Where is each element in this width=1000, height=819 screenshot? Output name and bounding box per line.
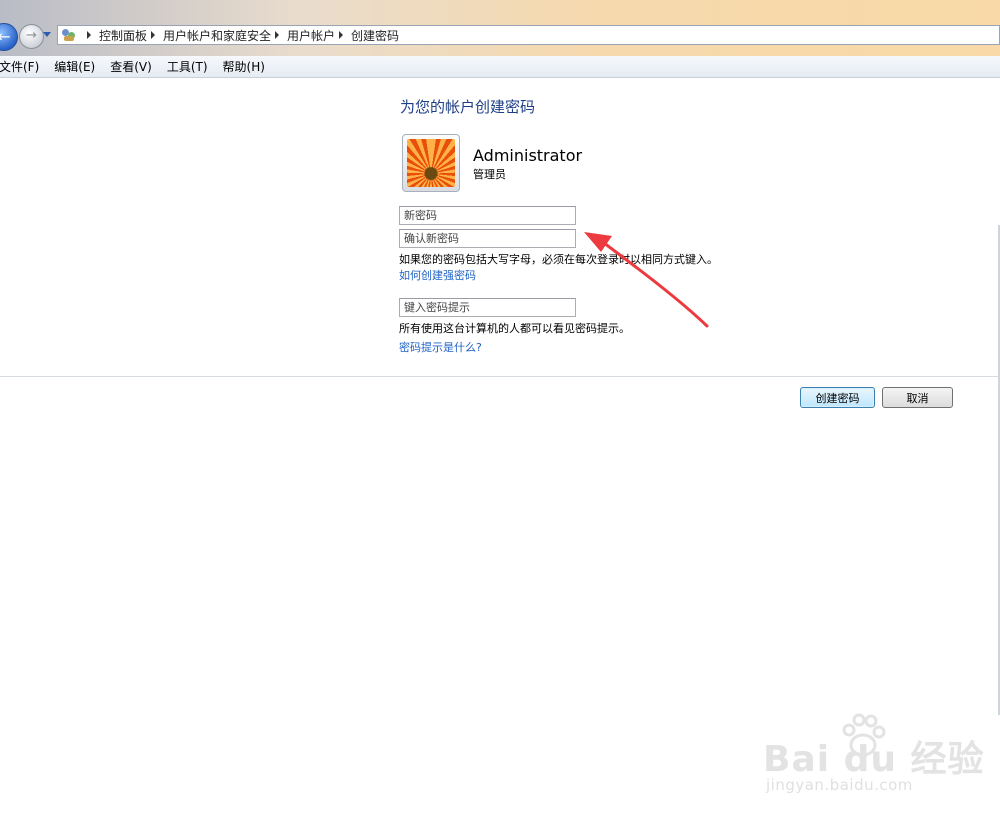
control-panel-icon (61, 28, 77, 42)
forward-arrow-icon[interactable]: → (19, 24, 44, 49)
breadcrumb-chevron-icon[interactable] (275, 31, 280, 39)
breadcrumb-chevron-icon[interactable] (339, 31, 344, 39)
divider (0, 376, 1000, 377)
avatar (402, 134, 460, 192)
menu-file[interactable]: 文件(F) (0, 58, 47, 75)
user-name: Administrator (473, 146, 583, 165)
menu-view[interactable]: 查看(V) (110, 58, 160, 75)
watermark-logo: Bai du 经验 (763, 739, 985, 780)
breadcrumb-create-password[interactable]: 创建密码 (351, 27, 399, 44)
user-avatar-flower (407, 139, 455, 187)
breadcrumb-control-panel[interactable]: 控制面板 (99, 27, 147, 44)
breadcrumb-chevron-icon[interactable] (87, 31, 91, 39)
create-password-button[interactable]: 创建密码 (800, 387, 875, 408)
menu-tools[interactable]: 工具(T) (167, 58, 216, 75)
dropdown-icon[interactable] (43, 32, 51, 37)
watermark-url: jingyan.baidu.com (766, 776, 913, 794)
breadcrumb-chevron-icon[interactable] (151, 31, 156, 39)
breadcrumb-user-accounts[interactable]: 用户帐户 (287, 27, 335, 44)
window-title-bar: ← → 控制面板 用户帐户和家庭安全 用户帐户 创建密码 (0, 0, 1000, 56)
uppercase-note: 如果您的密码包括大写字母，必须在每次登录时以相同方式键入。 (399, 253, 718, 266)
password-hint-input[interactable] (399, 298, 576, 317)
menu-edit[interactable]: 编辑(E) (54, 58, 103, 75)
hint-help-link[interactable]: 密码提示是什么? (399, 339, 482, 355)
menu-bar: 文件(F) 编辑(E) 查看(V) 工具(T) 帮助(H) (0, 56, 1000, 78)
new-password-input[interactable] (399, 206, 576, 225)
strong-password-link[interactable]: 如何创建强密码 (399, 267, 476, 283)
confirm-password-input[interactable] (399, 229, 576, 248)
red-arrow-annotation (584, 232, 709, 328)
cancel-button[interactable]: 取消 (882, 387, 953, 408)
breadcrumb-user-accounts-family[interactable]: 用户帐户和家庭安全 (163, 27, 271, 44)
page-title: 为您的帐户创建密码 (400, 98, 536, 116)
menu-help[interactable]: 帮助(H) (223, 58, 273, 75)
user-account-type: 管理员 (473, 168, 506, 181)
hint-note: 所有使用这台计算机的人都可以看见密码提示。 (399, 322, 630, 335)
address-bar[interactable]: 控制面板 用户帐户和家庭安全 用户帐户 创建密码 (57, 25, 1000, 45)
back-arrow-icon[interactable]: ← (0, 23, 18, 51)
